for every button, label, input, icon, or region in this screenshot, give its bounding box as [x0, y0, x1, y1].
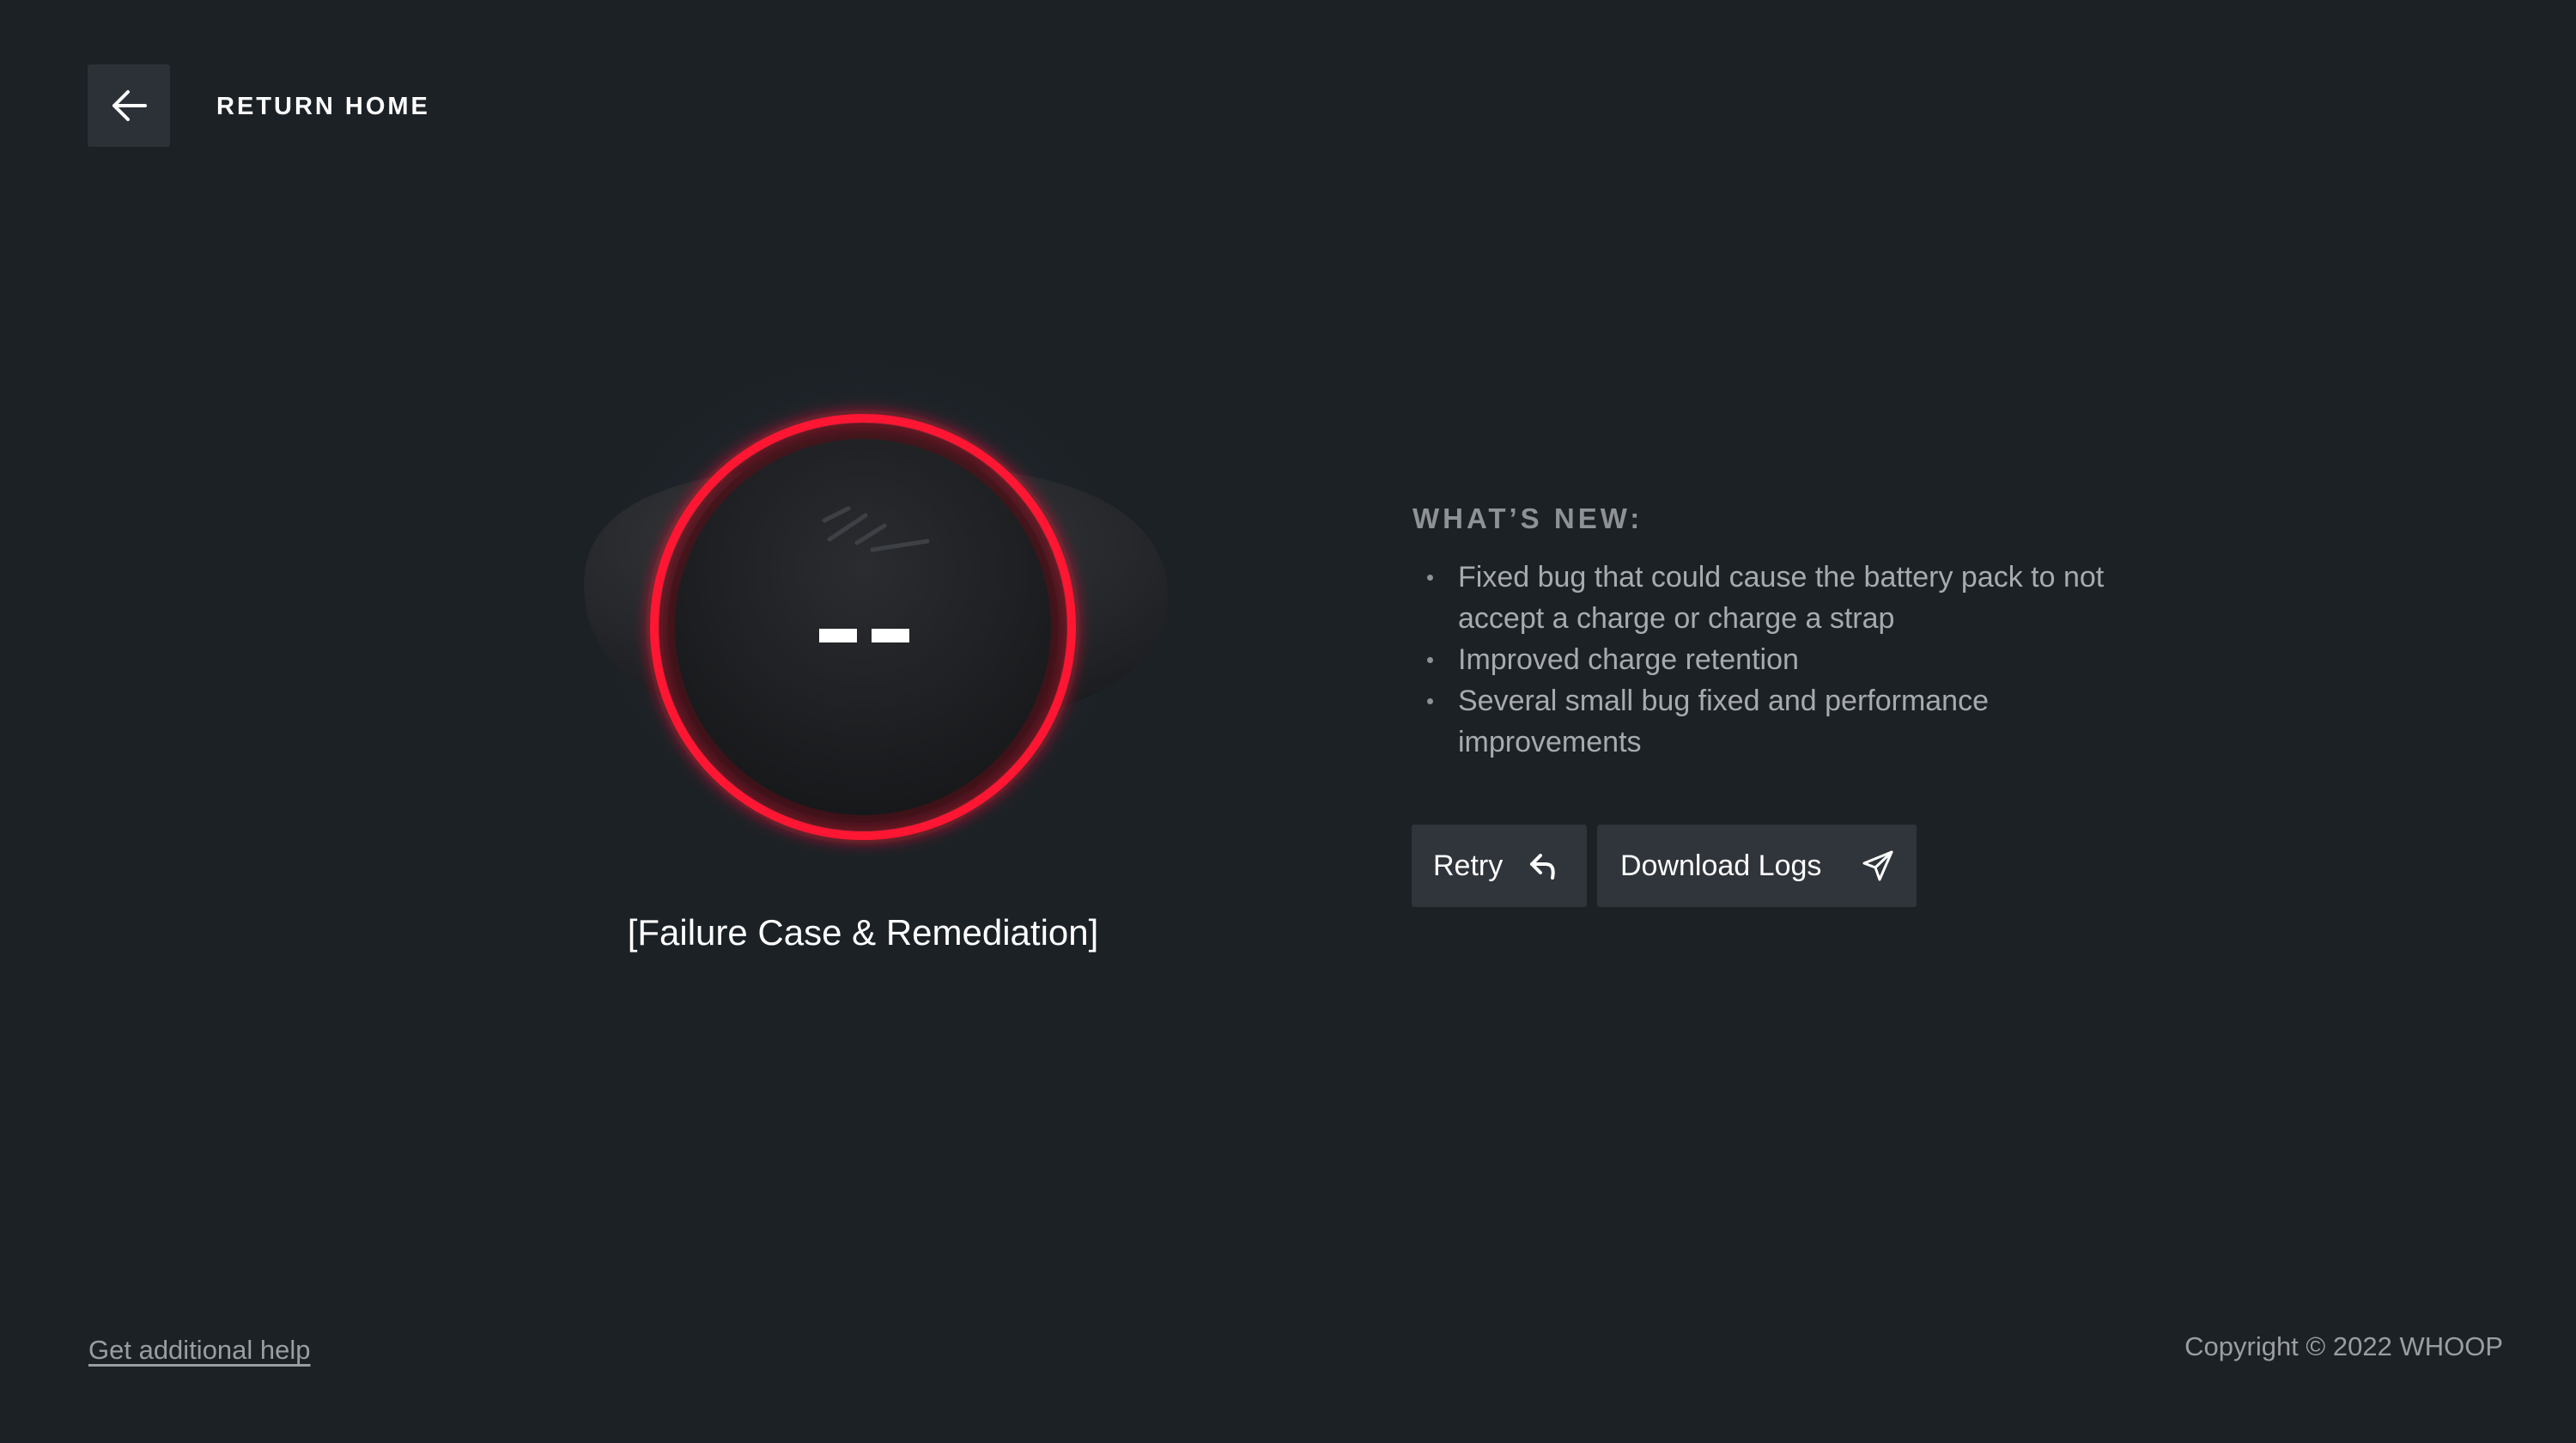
download-logs-button[interactable]: Download Logs: [1597, 825, 1917, 907]
whats-new-list: Fixed bug that could cause the battery p…: [1413, 557, 2145, 763]
download-logs-label: Download Logs: [1620, 849, 1822, 882]
whats-new-item: Fixed bug that could cause the battery p…: [1427, 557, 2145, 639]
failure-caption: [Failure Case & Remediation]: [627, 912, 1099, 953]
whats-new-heading: WHAT’S NEW:: [1413, 502, 1643, 534]
retry-label: Retry: [1433, 849, 1504, 882]
whats-new-item: Improved charge retention: [1427, 639, 2145, 680]
retry-button[interactable]: Retry: [1412, 825, 1587, 907]
return-home-label[interactable]: RETURN HOME: [216, 89, 430, 124]
arrow-left-icon: [112, 90, 147, 121]
get-help-link[interactable]: Get additional help: [88, 1333, 311, 1367]
firmware-update-failure-screen: RETURN HOME [Failure Case & Remediation]…: [0, 0, 2576, 1443]
reply-arrow-icon: [1530, 854, 1555, 880]
battery-pack-illustration: [567, 326, 1185, 859]
copyright-text: Copyright © 2022 WHOOP: [2184, 1331, 2503, 1361]
status-dash-right: [872, 629, 909, 642]
status-dash-left: [819, 629, 857, 642]
return-home-button[interactable]: [88, 64, 170, 147]
whats-new-item: Several small bug fixed and performance …: [1427, 680, 2145, 763]
paper-plane-icon: [1862, 850, 1893, 881]
